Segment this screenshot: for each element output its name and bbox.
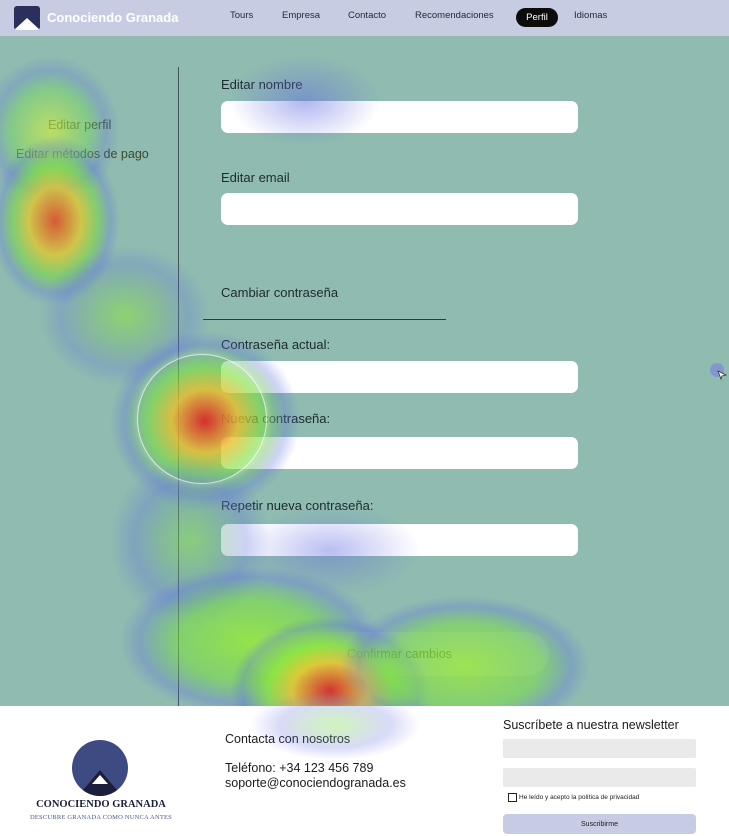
nav-contacto[interactable]: Contacto bbox=[348, 10, 386, 21]
current-password-label: Contraseña actual: bbox=[221, 337, 331, 352]
heatmap-blob bbox=[40, 246, 210, 386]
nav-empresa[interactable]: Empresa bbox=[282, 10, 320, 21]
newsletter-email-input[interactable] bbox=[503, 768, 696, 787]
sidebar-divider bbox=[178, 67, 179, 706]
contact-email[interactable]: soporte@conociendogranada.es bbox=[225, 776, 406, 790]
mountain-logo-icon bbox=[72, 740, 128, 796]
heatmap-blob bbox=[0, 136, 120, 306]
cursor-icon bbox=[710, 363, 727, 380]
sidebar-item-metodos-pago[interactable]: Editar métodos de pago bbox=[16, 147, 149, 161]
sidebar-item-editar-perfil[interactable]: Editar perfil bbox=[48, 118, 111, 132]
nav-recomendaciones[interactable]: Recomendaciones bbox=[415, 10, 494, 21]
newsletter-name-input[interactable] bbox=[503, 739, 696, 758]
current-password-input[interactable] bbox=[221, 361, 578, 393]
newsletter-title: Suscríbete a nuestra newsletter bbox=[503, 718, 679, 732]
nav-perfil[interactable]: Perfil bbox=[516, 8, 558, 27]
confirm-changes-button[interactable]: Confirmar cambios bbox=[250, 632, 549, 676]
email-label: Editar email bbox=[221, 170, 290, 185]
subscribe-button[interactable]: Suscribirme bbox=[503, 814, 696, 834]
checkbox-icon[interactable] bbox=[508, 793, 517, 802]
brand-name[interactable]: Conociendo Granada bbox=[47, 10, 178, 25]
name-label: Editar nombre bbox=[221, 77, 303, 92]
nav-idiomas[interactable]: Idiomas bbox=[574, 10, 607, 21]
new-password-input[interactable] bbox=[221, 437, 578, 469]
contact-phone: Teléfono: +34 123 456 789 bbox=[225, 761, 374, 775]
repeat-password-label: Repetir nueva contraseña: bbox=[221, 498, 374, 513]
profile-main: Editar perfil Editar métodos de pago Edi… bbox=[0, 36, 729, 706]
footer-tagline: DESCUBRE GRANADA COMO NUNCA ANTES bbox=[29, 814, 173, 821]
privacy-label[interactable]: He leído y acepto la política de privaci… bbox=[519, 794, 639, 801]
password-section-title: Cambiar contraseña bbox=[221, 285, 339, 300]
new-password-label: Nueva contraseña: bbox=[221, 411, 331, 426]
name-input[interactable] bbox=[221, 101, 578, 133]
section-divider bbox=[203, 319, 446, 320]
top-navbar: Conociendo Granada Tours Empresa Contact… bbox=[0, 0, 729, 36]
footer-brand: CONOCIENDO GRANADA bbox=[36, 799, 166, 810]
logo-icon[interactable] bbox=[14, 6, 40, 30]
nav-tours[interactable]: Tours bbox=[230, 10, 253, 21]
contact-title: Contacta con nosotros bbox=[225, 732, 351, 746]
footer: CONOCIENDO GRANADA DESCUBRE GRANADA COMO… bbox=[0, 706, 729, 836]
email-input[interactable] bbox=[221, 193, 578, 225]
repeat-password-input[interactable] bbox=[221, 524, 578, 556]
